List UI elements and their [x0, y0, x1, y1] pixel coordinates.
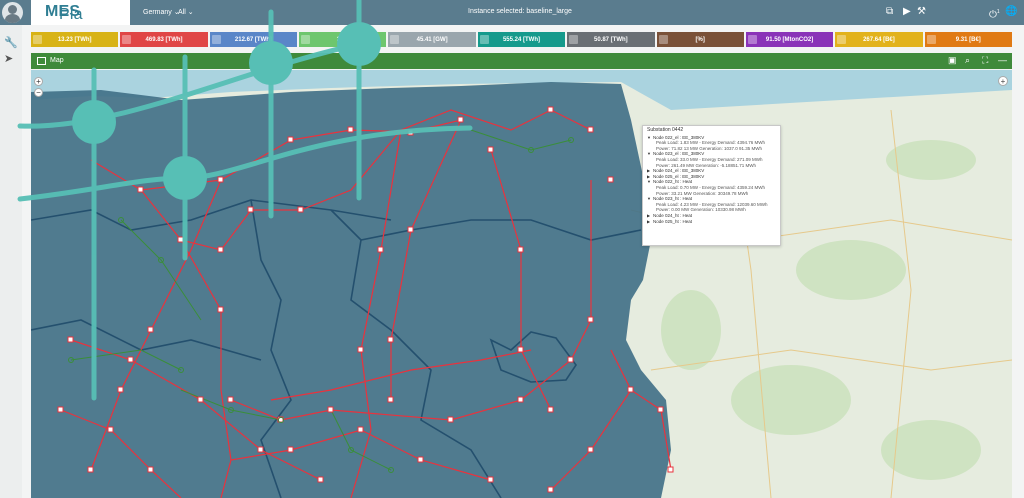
tooltip-node[interactable]: ▶ Node 025_ht : Heat	[647, 219, 776, 225]
tooltip-node-label: Node 025_ht : Heat	[653, 218, 693, 224]
left-rail: 🔧 ➤	[0, 25, 22, 498]
map-icon	[37, 57, 46, 65]
tooltip-node-label: Node 024_el : EE_380KV	[653, 168, 705, 174]
globe-icon[interactable]: 🌐	[1005, 6, 1017, 18]
kpi-import[interactable]: 50.87 [TWh]	[567, 32, 655, 47]
navigate-icon[interactable]: ➤	[4, 52, 13, 65]
factory-icon	[122, 35, 132, 44]
recycle-icon	[479, 35, 489, 44]
tooltip-node-detail: Peak Load: 1.83 MW - Energy Demand: 4394…	[656, 140, 766, 146]
instance-title: Instance selected: baseline_large	[468, 8, 572, 15]
kpi-value: 13.23 [TWh]	[57, 36, 92, 43]
map-view[interactable]: + − + Substation 0442 ▼ Node 022_el : EE_…	[31, 70, 1012, 498]
kpi-value: 45.41 [GW]	[416, 36, 448, 43]
user-avatar[interactable]	[2, 2, 23, 23]
tooltip-node-label: Node 022_el : EE_380KV	[653, 134, 705, 140]
kpi-recycling[interactable]: 555.24 [TWh]	[477, 32, 566, 47]
co2-icon	[747, 35, 757, 44]
layers-icon[interactable]: ▣	[948, 55, 957, 66]
kpi-value: 50.87 [TWh]	[594, 36, 628, 43]
tooltip-node-label: Node 024_ht : Heat	[653, 212, 693, 218]
kpi-heat[interactable]: 212.67 [TWh]	[209, 32, 298, 47]
tooltip-node-label: Node 023_el : EE_380KV	[653, 151, 705, 157]
fullscreen-icon[interactable]: ⛶	[982, 55, 988, 66]
notifications-icon[interactable]: ⏻1	[989, 6, 1000, 21]
euro-icon	[926, 35, 936, 44]
chevron-down-icon: ⌄	[187, 9, 194, 16]
tooltip-node-label: Node 023_ht : Heat	[653, 196, 693, 202]
kpi-value: 555.24 [TWh]	[502, 36, 540, 43]
kpi-renewables[interactable]: 37.1	[299, 32, 387, 47]
kpi-value: 212.67 [TWh]	[234, 36, 272, 43]
kpi-invest[interactable]: 9.31 [B€]	[924, 32, 1012, 47]
tooltip-node-detail: Peak Load: 0.70 MW - Energy Demand: 4359…	[656, 184, 766, 190]
money-icon	[837, 35, 847, 44]
substation-tooltip: Substation 0442 ▼ Node 022_el : EE_380KV P…	[642, 125, 781, 246]
kpi-cost[interactable]: 267.64 [B€]	[835, 32, 923, 47]
percent-icon	[658, 35, 668, 44]
app-logo[interactable]: Pla MES	[31, 0, 130, 25]
kpi-value: 469.83 [TWh]	[145, 36, 183, 43]
country-select-label: Germany	[143, 9, 172, 16]
play-icon[interactable]: ▶	[903, 6, 911, 18]
kpi-value: 91.50 [MtonCO2]	[765, 36, 814, 43]
settings-tools-icon[interactable]: ⚒	[917, 6, 926, 18]
search-icon[interactable]: ⌕	[965, 55, 970, 66]
minimize-icon[interactable]: —	[998, 55, 1007, 65]
tooltip-node-label: Node 022_ht : Heat	[653, 179, 693, 185]
map-panel-header: Map ▣ ⌕ ⛶ —	[31, 53, 1012, 69]
zoom-out-button[interactable]: −	[34, 88, 43, 97]
kpi-value: 9.31 [B€]	[955, 36, 981, 43]
tooltip-node-detail: Peak Load: 33.0 MW - Energy Demand: 271.…	[656, 156, 763, 162]
kpi-value: 37.1	[336, 36, 349, 43]
logo-text-light: Pla	[59, 6, 83, 23]
tooltip-node-label: Node 025_el : EE_380KV	[653, 173, 705, 179]
leaf-icon	[301, 35, 311, 44]
kpi-value: [%]	[695, 36, 705, 43]
kpi-generation[interactable]: 13.23 [TWh]	[31, 32, 119, 47]
zoom-in-button[interactable]: +	[34, 77, 43, 86]
map-panel-title: Map	[50, 57, 64, 64]
lightning-icon	[33, 35, 42, 44]
country-overlay	[31, 82, 671, 498]
drop-icon	[211, 35, 221, 44]
wrench-icon[interactable]: 🔧	[4, 36, 18, 49]
map-locate-button[interactable]: +	[998, 76, 1008, 86]
kpi-value: 267.64 [B€]	[863, 36, 895, 43]
tooltip-node-list: ▼ Node 022_el : EE_380KV Peak Load: 1.83 M…	[647, 135, 776, 225]
scope-select[interactable]: All ⌄	[178, 8, 194, 16]
country-select[interactable]: Germany ⌄	[143, 8, 180, 16]
copy-icon[interactable]: ⧉	[886, 6, 893, 18]
battery-icon	[390, 35, 400, 44]
kpi-bar: 13.23 [TWh] 469.83 [TWh] 212.67 [TWh] 37.1 4…	[31, 32, 1012, 47]
top-bar: Pla MES Germany ⌄ All ⌄ Instance selected: …	[0, 0, 1024, 25]
building-icon	[569, 35, 579, 44]
tooltip-title: Substation 0442	[647, 127, 684, 133]
map-canvas[interactable]	[31, 70, 1012, 498]
kpi-emissions[interactable]: 91.50 [MtonCO2]	[745, 32, 834, 47]
kpi-demand[interactable]: 469.83 [TWh]	[120, 32, 208, 47]
app-window: Pla MES Germany ⌄ All ⌄ Instance selected: …	[0, 0, 1024, 498]
kpi-share[interactable]: [%]	[656, 32, 744, 47]
notification-count: 1	[996, 9, 1000, 15]
scope-select-label: All	[178, 9, 186, 16]
kpi-storage[interactable]: 45.41 [GW]	[388, 32, 476, 47]
